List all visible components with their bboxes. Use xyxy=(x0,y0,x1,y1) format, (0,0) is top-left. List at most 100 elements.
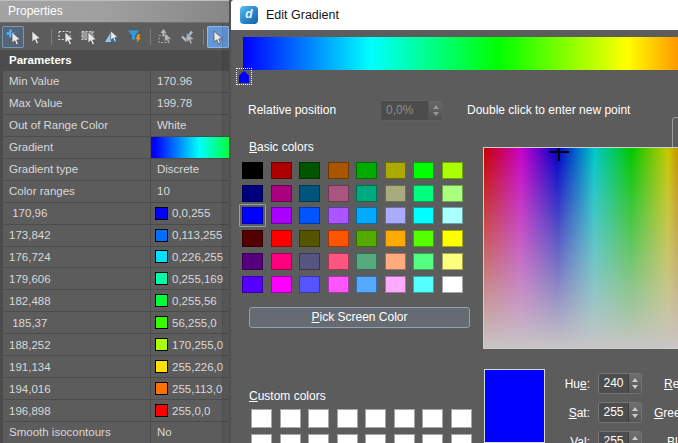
basic-color-well[interactable] xyxy=(328,185,349,202)
property-row[interactable]: 170,960,0,255 xyxy=(3,203,229,225)
spin-down-icon[interactable] xyxy=(632,385,638,389)
selection-cursor-button[interactable] xyxy=(25,26,47,48)
property-row[interactable]: Max Value199.78 xyxy=(3,93,229,115)
cut-off-button[interactable] xyxy=(672,117,678,150)
property-row[interactable]: 182,4880,255,56 xyxy=(3,290,229,312)
basic-color-well[interactable] xyxy=(242,162,263,179)
basic-color-well[interactable] xyxy=(242,230,263,247)
pick-screen-color-button[interactable]: Pick Screen Color xyxy=(249,307,470,328)
custom-color-well[interactable] xyxy=(394,409,415,428)
spin-up-icon[interactable] xyxy=(632,407,638,411)
basic-color-well[interactable] xyxy=(385,162,406,179)
custom-color-well[interactable] xyxy=(451,434,472,443)
property-row[interactable]: 196,898255,0,0 xyxy=(3,400,229,422)
basic-color-well[interactable] xyxy=(413,185,434,202)
spin-up-icon[interactable] xyxy=(632,436,638,440)
spin-down-icon[interactable] xyxy=(433,112,439,116)
basic-color-well[interactable] xyxy=(271,185,292,202)
hue-saturation-picker[interactable] xyxy=(483,147,678,349)
rubber-band-select-button[interactable] xyxy=(55,26,77,48)
basic-color-well[interactable] xyxy=(356,207,377,224)
custom-color-well[interactable] xyxy=(308,409,329,428)
add-selection-cursor-button[interactable] xyxy=(2,26,24,48)
basic-color-well[interactable] xyxy=(385,276,406,293)
property-row[interactable]: 173,8420,113,255 xyxy=(3,225,229,247)
custom-color-well[interactable] xyxy=(280,409,301,428)
basic-color-well[interactable] xyxy=(328,276,349,293)
basic-color-well[interactable] xyxy=(385,253,406,270)
basic-color-well[interactable] xyxy=(356,185,377,202)
basic-color-well[interactable] xyxy=(299,162,320,179)
basic-color-well[interactable] xyxy=(413,230,434,247)
basic-color-well[interactable] xyxy=(442,185,463,202)
sat-spinbox[interactable]: 255 xyxy=(598,402,642,423)
spin-arrows[interactable] xyxy=(428,101,442,120)
custom-color-well[interactable] xyxy=(337,409,358,428)
basic-color-well[interactable] xyxy=(356,162,377,179)
property-row[interactable]: Min Value170.96 xyxy=(3,71,229,93)
custom-color-well[interactable] xyxy=(308,434,329,443)
spin-up-icon[interactable] xyxy=(632,378,638,382)
gradient-editor-bar[interactable] xyxy=(243,37,678,70)
basic-color-well[interactable] xyxy=(328,230,349,247)
spin-arrows[interactable] xyxy=(628,403,641,422)
custom-color-well[interactable] xyxy=(365,434,386,443)
basic-color-well[interactable] xyxy=(299,230,320,247)
spin-up-icon[interactable] xyxy=(433,105,439,109)
basic-color-well[interactable] xyxy=(328,162,349,179)
basic-color-well[interactable] xyxy=(442,230,463,247)
basic-color-well[interactable] xyxy=(385,185,406,202)
basic-color-well[interactable] xyxy=(356,230,377,247)
basic-color-well[interactable] xyxy=(299,253,320,270)
val-spinbox[interactable]: 255 xyxy=(598,431,642,443)
basic-color-well[interactable] xyxy=(356,253,377,270)
spin-arrows[interactable] xyxy=(628,432,641,443)
relative-position-spinbox[interactable]: 0,0% xyxy=(380,100,443,121)
basic-color-well[interactable] xyxy=(271,253,292,270)
basic-color-well[interactable] xyxy=(442,276,463,293)
property-row[interactable]: 185,3756,255,0 xyxy=(3,312,229,334)
property-row[interactable]: 176,7240,226,255 xyxy=(3,247,229,269)
custom-color-well[interactable] xyxy=(365,409,386,428)
custom-color-well[interactable] xyxy=(337,434,358,443)
custom-color-well[interactable] xyxy=(422,409,443,428)
basic-color-well[interactable] xyxy=(299,276,320,293)
basic-color-well[interactable] xyxy=(242,276,263,293)
basic-color-well[interactable] xyxy=(385,230,406,247)
basic-color-well[interactable] xyxy=(271,162,292,179)
custom-color-well[interactable] xyxy=(451,409,472,428)
basic-color-well[interactable] xyxy=(442,253,463,270)
custom-color-well[interactable] xyxy=(394,434,415,443)
rubber-band-select-filled-button[interactable] xyxy=(78,26,100,48)
basic-color-well[interactable] xyxy=(413,253,434,270)
property-row[interactable]: Smooth isocontoursNo xyxy=(3,422,229,443)
spin-arrows[interactable] xyxy=(628,374,641,393)
basic-color-well[interactable] xyxy=(442,162,463,179)
accept-selection-button[interactable] xyxy=(177,26,199,48)
basic-color-well[interactable] xyxy=(442,207,463,224)
property-row[interactable]: 188,252170,255,0 xyxy=(3,334,229,356)
property-row[interactable]: 194,016255,113,0 xyxy=(3,378,229,400)
basic-color-well[interactable] xyxy=(413,276,434,293)
basic-color-well[interactable] xyxy=(242,253,263,270)
basic-color-well[interactable] xyxy=(242,185,263,202)
extract-selection-button[interactable] xyxy=(154,26,176,48)
basic-color-well[interactable] xyxy=(328,207,349,224)
property-row[interactable]: 191,134255,226,0 xyxy=(3,356,229,378)
basic-color-well[interactable] xyxy=(299,207,320,224)
basic-color-well[interactable] xyxy=(413,162,434,179)
custom-color-well[interactable] xyxy=(251,434,272,443)
property-row[interactable]: Color ranges10 xyxy=(3,181,229,203)
hue-spinbox[interactable]: 240 xyxy=(598,373,642,394)
basic-color-well[interactable] xyxy=(299,185,320,202)
basic-color-well[interactable] xyxy=(328,253,349,270)
basic-color-well[interactable] xyxy=(271,207,292,224)
basic-color-well[interactable] xyxy=(356,276,377,293)
basic-color-well[interactable] xyxy=(271,230,292,247)
custom-color-well[interactable] xyxy=(280,434,301,443)
basic-color-well[interactable] xyxy=(385,207,406,224)
property-row[interactable]: Gradient xyxy=(3,137,229,159)
spin-down-icon[interactable] xyxy=(632,414,638,418)
basic-color-well[interactable] xyxy=(271,276,292,293)
filter-selection-button[interactable] xyxy=(124,26,146,48)
